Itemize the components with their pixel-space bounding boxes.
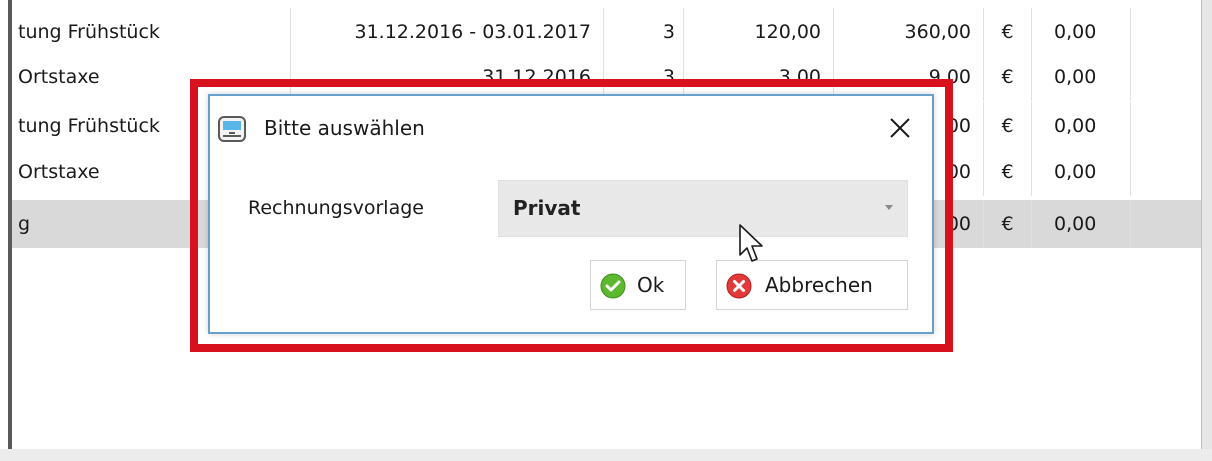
currency-cell: €: [983, 53, 1031, 101]
rechnungsvorlage-label: Rechnungsvorlage: [248, 197, 424, 219]
select-template-dialog: Bitte auswählen Rechnungsvorlage Privat …: [208, 94, 934, 334]
item-vat-cell: 0,00: [1031, 8, 1131, 56]
window-icon: [218, 116, 246, 142]
item-price-cell: 120,00: [683, 8, 833, 56]
vertical-scrollbar[interactable]: [1201, 0, 1212, 461]
ok-button-label: Ok: [637, 273, 665, 297]
currency-cell: €: [983, 102, 1031, 150]
close-button[interactable]: [882, 110, 918, 146]
window-bottom-border: [0, 449, 1212, 461]
chevron-down-icon: [885, 205, 893, 210]
close-icon: [890, 118, 910, 138]
currency-cell: €: [983, 148, 1031, 196]
x-circle-icon: [726, 273, 752, 299]
item-date-cell: 31.12.2016 - 03.01.2017: [290, 8, 603, 56]
table-row[interactable]: tung Frühstück 31.12.2016 - 03.01.2017 3…: [12, 8, 1201, 56]
ok-button[interactable]: Ok: [590, 260, 686, 310]
cancel-button-label: Abbrechen: [765, 273, 873, 297]
mouse-pointer-icon: [738, 223, 768, 267]
item-vat-cell: 0,00: [1031, 200, 1131, 248]
dialog-title: Bitte auswählen: [264, 116, 425, 140]
select-value: Privat: [513, 196, 581, 220]
item-vat-cell: 0,00: [1031, 102, 1131, 150]
item-vat-cell: 0,00: [1031, 148, 1131, 196]
currency-cell: €: [983, 200, 1031, 248]
item-total-cell: 360,00: [833, 8, 983, 56]
check-circle-icon: [600, 273, 626, 299]
item-quantity-cell: 3: [603, 8, 683, 56]
item-vat-cell: 0,00: [1031, 53, 1131, 101]
currency-cell: €: [983, 8, 1031, 56]
cancel-button[interactable]: Abbrechen: [716, 260, 908, 310]
rechnungsvorlage-select[interactable]: Privat: [498, 180, 908, 237]
item-name-cell: tung Frühstück: [18, 21, 160, 43]
